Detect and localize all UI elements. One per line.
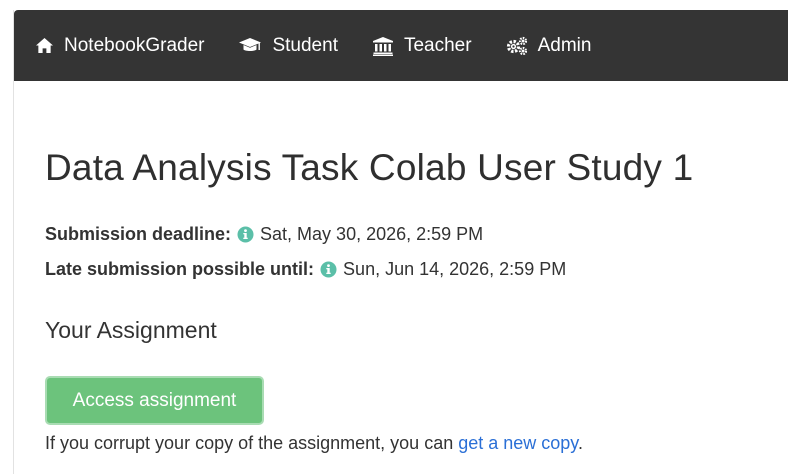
info-icon[interactable] <box>237 226 254 243</box>
graduation-cap-icon <box>239 38 262 51</box>
submission-deadline-row: Submission deadline: Sat, May 30, 2026, … <box>45 224 483 245</box>
nav-item-student[interactable]: Student <box>238 35 338 57</box>
info-icon[interactable] <box>320 261 337 278</box>
nav-item-label: Admin <box>537 34 592 56</box>
late-submission-label: Late submission possible until: <box>45 259 315 279</box>
late-submission-row: Late submission possible until: Sun, Jun… <box>45 259 566 280</box>
nav-item-notebookgrader[interactable]: NotebookGrader <box>35 35 204 57</box>
nav-item-label: NotebookGrader <box>64 34 205 56</box>
deadline-value: Sat, May 30, 2026, 2:59 PM <box>260 224 484 244</box>
cogs-icon <box>506 36 527 55</box>
late-submission-value: Sun, Jun 14, 2026, 2:59 PM <box>343 259 567 279</box>
top-navbar: NotebookGrader Student Teacher Admin <box>14 10 788 81</box>
note-suffix: . <box>577 433 583 453</box>
deadline-label: Submission deadline: <box>45 224 232 244</box>
page-title: Data Analysis Task Colab User Study 1 <box>45 147 694 188</box>
home-icon <box>36 37 53 54</box>
access-assignment-button[interactable]: Access assignment <box>45 376 264 425</box>
nav-item-teacher[interactable]: Teacher <box>372 35 472 57</box>
nav-item-label: Student <box>272 34 338 56</box>
nav-item-label: Teacher <box>403 34 472 56</box>
nav-item-admin[interactable]: Admin <box>506 34 592 57</box>
note-text: If you corrupt your copy of the assignme… <box>45 433 459 453</box>
your-assignment-heading: Your Assignment <box>45 317 217 343</box>
get-new-copy-link[interactable]: get a new copy <box>458 433 578 453</box>
corrupt-copy-note: If you corrupt your copy of the assignme… <box>45 433 583 454</box>
app-frame: NotebookGrader Student Teacher Admin Dat… <box>13 10 788 474</box>
institution-icon <box>372 36 393 56</box>
